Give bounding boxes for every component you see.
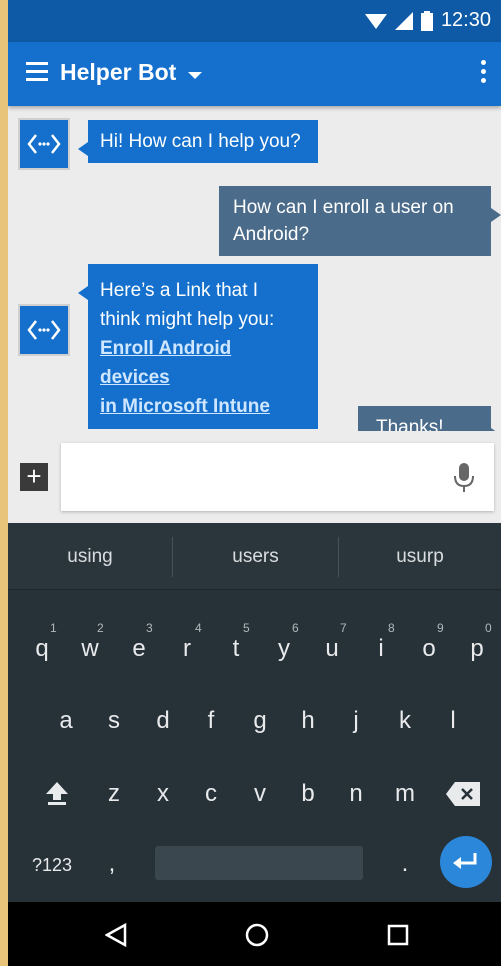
wifi-icon: [364, 13, 387, 29]
compose-bar: +: [8, 431, 501, 523]
key-g[interactable]: g: [240, 707, 280, 735]
key-comma[interactable]: ,: [92, 850, 132, 878]
message-text-line: Here’s a Link that I: [100, 280, 259, 301]
bot-code-icon: [27, 134, 61, 154]
suggestion-strip: using users usurp: [8, 523, 501, 590]
key-v[interactable]: v: [240, 780, 280, 808]
key-u[interactable]: u: [312, 635, 352, 663]
key-m[interactable]: m: [385, 780, 425, 808]
bot-message: Here’s a Link that I think might help yo…: [78, 264, 318, 429]
message-text-line: think might help you:: [100, 309, 275, 330]
message-text-line: How can I enroll a user on: [233, 197, 454, 218]
key-s[interactable]: s: [94, 707, 134, 735]
key-q[interactable]: q: [22, 635, 62, 663]
key-hint: 4: [195, 621, 202, 635]
suggestion-item[interactable]: usurp: [339, 523, 501, 590]
shift-icon[interactable]: [44, 780, 70, 806]
caret-down-icon[interactable]: [188, 72, 202, 79]
message-input[interactable]: [61, 443, 494, 511]
message-text: Thanks!: [376, 417, 444, 431]
key-hint: 6: [292, 621, 299, 635]
key-l[interactable]: l: [433, 707, 473, 735]
suggestion-item[interactable]: users: [173, 523, 338, 590]
key-h[interactable]: h: [288, 707, 328, 735]
key-hint: 5: [243, 621, 250, 635]
status-bar: 12:30: [8, 0, 501, 42]
key-w[interactable]: w: [70, 635, 110, 663]
key-hint: 8: [388, 621, 395, 635]
nav-recents-button[interactable]: [383, 920, 413, 950]
system-navigation-bar: [8, 902, 501, 966]
soft-keyboard: using users usurp 1 2 3 4 5 6 7 8 9 0 q …: [8, 523, 501, 902]
nav-back-button[interactable]: [101, 920, 131, 950]
bot-code-icon: [27, 320, 61, 340]
microphone-icon[interactable]: [454, 463, 474, 493]
key-hint: 1: [50, 621, 57, 635]
key-d[interactable]: d: [143, 707, 183, 735]
add-attachment-button[interactable]: +: [20, 463, 48, 491]
recents-square-icon: [387, 924, 409, 946]
key-period[interactable]: .: [385, 850, 425, 878]
bot-avatar: [18, 304, 70, 356]
status-time: 12:30: [440, 9, 491, 31]
key-hint: 9: [437, 621, 444, 635]
app-bar: Helper Bot: [8, 42, 501, 106]
key-hint: 7: [340, 621, 347, 635]
key-f[interactable]: f: [191, 707, 231, 735]
spacebar[interactable]: [155, 846, 363, 880]
chat-area[interactable]: Hi! How can I help you? How can I enroll…: [8, 106, 501, 431]
user-message: Thanks!: [358, 406, 501, 431]
key-hint: 2: [97, 621, 104, 635]
intune-link[interactable]: in Microsoft Intune: [100, 392, 306, 421]
symbols-key[interactable]: ?123: [24, 855, 80, 876]
message-text-line: Android?: [233, 224, 310, 245]
message-text: Hi! How can I help you?: [100, 131, 301, 152]
key-i[interactable]: i: [361, 635, 401, 663]
key-p[interactable]: p: [457, 635, 497, 663]
key-z[interactable]: z: [94, 780, 134, 808]
signal-icon: [394, 11, 413, 30]
key-x[interactable]: x: [143, 780, 183, 808]
backspace-icon[interactable]: [446, 782, 480, 806]
back-triangle-icon: [105, 923, 127, 947]
phone-screen: 12:30 Helper Bot Hi! How can I help you?…: [8, 0, 501, 966]
key-y[interactable]: y: [264, 635, 304, 663]
enter-button[interactable]: [440, 836, 492, 888]
key-j[interactable]: j: [336, 707, 376, 735]
bot-avatar: [18, 118, 70, 170]
suggestion-item[interactable]: using: [8, 523, 172, 590]
key-hint: 0: [485, 621, 492, 635]
key-b[interactable]: b: [288, 780, 328, 808]
key-t[interactable]: t: [216, 635, 256, 663]
key-k[interactable]: k: [385, 707, 425, 735]
nav-home-button[interactable]: [242, 920, 272, 950]
intune-link[interactable]: Enroll Android devices: [100, 334, 306, 392]
key-n[interactable]: n: [336, 780, 376, 808]
home-circle-icon: [245, 923, 269, 947]
key-e[interactable]: e: [119, 635, 159, 663]
key-a[interactable]: a: [46, 707, 86, 735]
app-title[interactable]: Helper Bot: [60, 59, 176, 86]
key-hint: 3: [146, 621, 153, 635]
key-r[interactable]: r: [167, 635, 207, 663]
key-c[interactable]: c: [191, 780, 231, 808]
bot-message: Hi! How can I help you?: [78, 120, 318, 163]
more-vert-icon[interactable]: [481, 60, 487, 87]
enter-icon: [453, 853, 477, 869]
user-message: How can I enroll a user on Android?: [219, 186, 501, 256]
battery-icon: [420, 10, 433, 31]
key-o[interactable]: o: [409, 635, 449, 663]
hamburger-icon[interactable]: [26, 62, 48, 82]
